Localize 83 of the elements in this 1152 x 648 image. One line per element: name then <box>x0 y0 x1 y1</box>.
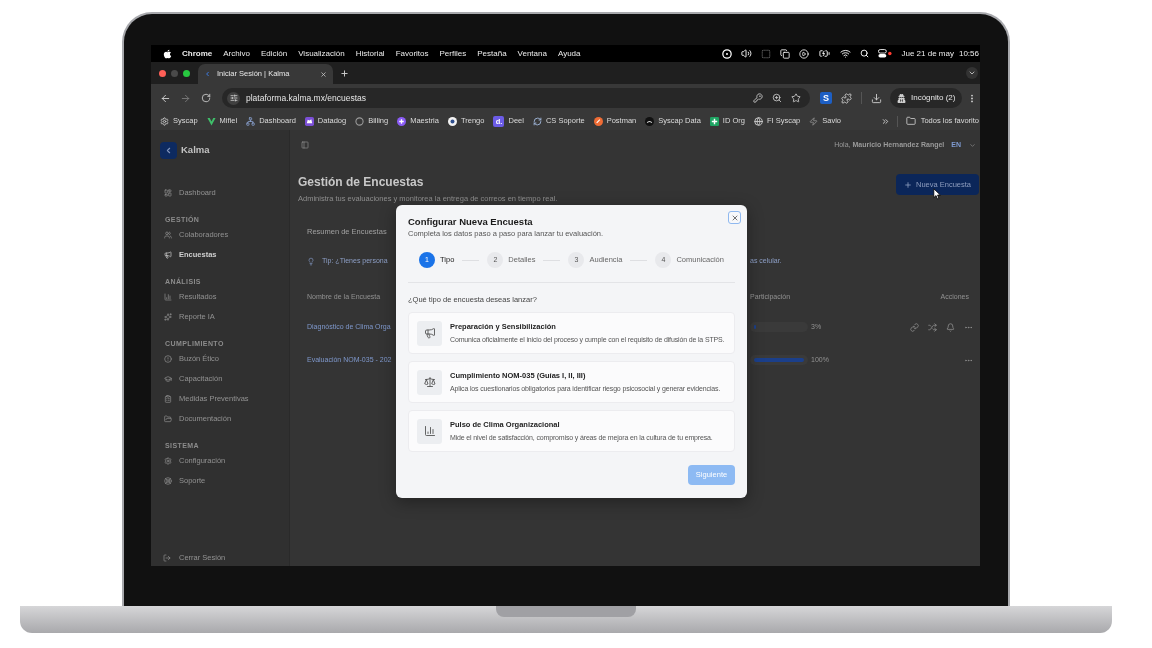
lightbulb-icon <box>307 256 315 266</box>
dashboard-icon <box>164 189 172 197</box>
search-icon[interactable] <box>860 49 870 58</box>
round-logo-icon <box>593 116 603 126</box>
key-icon[interactable] <box>753 93 763 103</box>
clipboard-icon <box>164 395 172 403</box>
globe-icon <box>753 116 763 126</box>
plus-icon <box>903 180 912 189</box>
menu-item[interactable]: Historial <box>355 47 385 60</box>
apple-logo-icon[interactable] <box>163 48 172 59</box>
lifebuoy-icon <box>164 477 172 485</box>
menu-item[interactable]: Favoritos <box>395 47 429 60</box>
close-icon[interactable] <box>320 70 327 78</box>
v-shape-icon <box>206 116 216 126</box>
puzzle-icon[interactable] <box>841 92 852 104</box>
menu-item[interactable]: Edición <box>260 47 288 60</box>
modal-title: Configurar Nueva Encuesta <box>408 216 534 228</box>
address-bar[interactable]: plataforma.kalma.mx/encuestas <box>222 88 810 108</box>
alert-circle-icon <box>164 355 172 363</box>
tab-list-icon[interactable] <box>966 67 978 79</box>
users-icon <box>164 231 172 239</box>
eye-circle-icon <box>447 116 457 126</box>
folder-icon <box>164 415 172 423</box>
bar-chart-icon <box>417 418 442 444</box>
megaphone-icon <box>417 320 442 346</box>
reload-icon[interactable] <box>201 93 211 103</box>
new-tab-icon[interactable] <box>340 68 349 78</box>
zoom-window-button[interactable] <box>183 69 190 77</box>
plus-circle-icon <box>397 116 407 126</box>
wifi-icon[interactable] <box>840 48 852 59</box>
megaphone-icon <box>164 251 172 259</box>
star-icon[interactable] <box>791 93 801 103</box>
folder-icon <box>905 116 916 126</box>
refresh-icon <box>532 116 542 126</box>
link-icon[interactable] <box>910 322 919 332</box>
menu-item[interactable]: Perfiles <box>439 47 467 60</box>
back-icon[interactable] <box>160 92 171 104</box>
logout-icon <box>163 554 171 562</box>
menu-app-name[interactable]: Chrome <box>182 47 213 60</box>
network-icon <box>246 116 256 126</box>
shuffle-icon[interactable] <box>928 322 937 332</box>
menu-item[interactable]: Visualización <box>298 47 345 60</box>
plus-square-icon <box>709 116 719 126</box>
bell-icon[interactable] <box>946 322 955 332</box>
more-bookmarks-icon[interactable] <box>880 116 890 126</box>
gear-icon <box>160 116 169 126</box>
sparkles-icon <box>164 313 172 321</box>
gauge-icon <box>645 116 655 126</box>
download-icon[interactable] <box>871 92 882 104</box>
menu-item[interactable]: Archivo <box>223 47 250 60</box>
close-icon <box>730 213 739 222</box>
volume-icon[interactable] <box>741 48 753 59</box>
hat-glasses-icon <box>897 93 906 103</box>
windows-icon[interactable] <box>780 48 791 59</box>
menu-item[interactable]: Pestaña <box>477 47 507 60</box>
close-button[interactable] <box>728 211 741 224</box>
profile-button[interactable]: Incógnito (2) <box>890 88 963 108</box>
menu-item[interactable]: Ayuda <box>557 47 581 60</box>
circle-icon <box>355 116 365 126</box>
chevron-logo-icon <box>160 142 177 159</box>
settings-icon <box>164 457 172 465</box>
menu-item[interactable]: Ventana <box>517 47 547 60</box>
graduation-cap-icon <box>164 375 172 383</box>
bolt-icon <box>809 116 819 126</box>
menu-time[interactable]: 10:56 <box>958 47 979 60</box>
zoom-icon[interactable] <box>772 93 782 103</box>
toggles-icon[interactable] <box>878 49 893 58</box>
bar-chart-icon <box>164 293 172 301</box>
play-circle-icon[interactable] <box>799 48 810 59</box>
scale-icon <box>417 369 442 395</box>
extension-button[interactable]: S <box>820 92 832 104</box>
brand-name: Kalma <box>181 143 210 158</box>
battery-icon[interactable] <box>818 48 832 59</box>
mouse-pointer-icon <box>933 188 941 200</box>
sliders-icon[interactable] <box>227 91 240 105</box>
chevron-favicon-icon <box>204 70 211 78</box>
record-icon[interactable] <box>722 48 733 59</box>
menu-date[interactable]: Jue 21 de may <box>901 47 954 60</box>
close-window-button[interactable] <box>159 69 166 77</box>
tile-logo-icon <box>304 116 314 126</box>
page-title: Gestión de Encuestas <box>298 174 425 190</box>
forward-icon[interactable] <box>180 92 191 104</box>
sidebar-toggle-icon[interactable] <box>301 141 309 149</box>
